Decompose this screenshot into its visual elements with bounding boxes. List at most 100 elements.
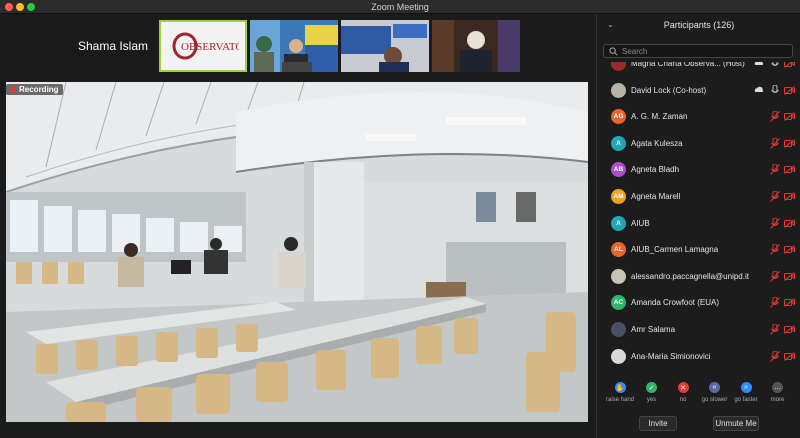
- observatory-logo-icon: OBSERVATORY: [172, 32, 239, 60]
- avatar: [611, 82, 626, 98]
- cloud-icon: [754, 86, 764, 92]
- reaction-label: more: [770, 397, 785, 403]
- mic-muted-icon: [770, 297, 780, 309]
- reaction-go-faster-button[interactable]: » go faster: [731, 382, 761, 403]
- meeting-main-area: Shama Islam OBSERVATORY: [0, 14, 628, 438]
- participant-row[interactable]: A Agata Kulesza: [597, 132, 800, 158]
- avatar: [611, 62, 626, 71]
- reaction-go-slower-button[interactable]: « go slower: [700, 382, 730, 403]
- main-video: [6, 82, 588, 422]
- participant-name: Ana-Maria Simionovici: [631, 351, 711, 361]
- reaction-more-button[interactable]: … more: [763, 382, 793, 403]
- video-off-icon: [784, 351, 795, 361]
- mic-icon: [771, 62, 779, 66]
- cloud-icon: [754, 62, 764, 65]
- mic-muted-icon: [770, 350, 780, 362]
- avatar: AG: [611, 109, 626, 125]
- participants-panel: ⌄ Participants (126) Magna Charta Observ…: [596, 14, 800, 438]
- participant-video-1: [250, 20, 338, 72]
- mic-muted-icon: [770, 270, 780, 282]
- participant-row[interactable]: AM Agneta Marell: [597, 185, 800, 211]
- video-off-icon: [784, 112, 795, 122]
- recording-label: Recording: [19, 85, 59, 94]
- participant-name: AIUB: [631, 218, 650, 228]
- unmute-me-button[interactable]: Unmute Me: [713, 416, 759, 431]
- avatar: [611, 322, 626, 337]
- invite-button[interactable]: Invite: [639, 416, 677, 431]
- reactions-bar: ✋ raise hand ✓ yes ✕ no « go slower » go faster … m…: [597, 382, 800, 422]
- observatory-logo-tile[interactable]: OBSERVATORY: [159, 20, 247, 72]
- participant-row[interactable]: AC Amanda Crowfoot (EUA): [597, 291, 800, 317]
- participant-name: Amr Salama: [631, 325, 676, 334]
- participant-row[interactable]: Ana-Maria Simionovici: [597, 345, 800, 371]
- participant-row[interactable]: David Lock (Co-host): [597, 79, 800, 105]
- reaction-label: no: [679, 397, 687, 403]
- video-off-icon: [784, 85, 795, 95]
- participant-name: AIUB_Carmen Lamagna: [631, 245, 719, 255]
- participant-row[interactable]: alessandro.paccagnella@unipd.it: [597, 265, 800, 291]
- participant-video-tile-3[interactable]: [432, 20, 520, 72]
- participant-name: Amanda Crowfoot (EUA): [631, 298, 720, 308]
- search-input[interactable]: [622, 46, 782, 57]
- reaction-no-button[interactable]: ✕ no: [668, 382, 698, 403]
- reaction-label: raise hand: [605, 397, 635, 403]
- participant-row[interactable]: AG A. G. M. Zaman: [597, 105, 800, 131]
- active-speaker-tile[interactable]: Shama Islam: [70, 20, 156, 72]
- video-off-icon: [784, 271, 795, 281]
- video-off-icon: [784, 62, 795, 68]
- library-video-frame: [6, 82, 588, 422]
- participant-row[interactable]: AL AIUB_Carmen Lamagna: [597, 238, 800, 264]
- participant-list: Magna Charta Observa... (Host) David Lock…: [597, 62, 800, 384]
- mic-muted-icon: [770, 324, 780, 335]
- participant-video-tile-2[interactable]: [341, 20, 429, 72]
- participant-name: Agata Kulesza: [631, 138, 683, 148]
- participant-row[interactable]: Amr Salama: [597, 318, 800, 344]
- window-title: Zoom Meeting: [371, 2, 429, 12]
- yes-icon: ✓: [646, 382, 657, 393]
- avatar: A: [611, 135, 626, 151]
- video-off-icon: [784, 192, 795, 201]
- avatar: AB: [611, 162, 626, 178]
- avatar: AC: [611, 295, 626, 311]
- participant-video-tile-1[interactable]: [250, 20, 338, 72]
- video-off-icon: [784, 218, 795, 228]
- logo-text: OBSERVATORY: [181, 41, 239, 53]
- mic-muted-icon: [770, 191, 780, 202]
- participant-name: Agneta Bladh: [631, 165, 680, 175]
- reaction-raise-hand-button[interactable]: ✋ raise hand: [605, 382, 635, 403]
- mic-muted-icon: [770, 217, 780, 229]
- go-slower-icon: «: [709, 382, 720, 393]
- participant-name: A. G. M. Zaman: [631, 112, 688, 122]
- participant-name: Agneta Marell: [631, 192, 681, 201]
- participant-row[interactable]: A AIUB: [597, 212, 800, 238]
- participant-video-2: [341, 20, 429, 72]
- more-icon: …: [772, 382, 783, 393]
- raise-hand-icon: ✋: [614, 382, 626, 393]
- video-off-icon: [784, 138, 795, 148]
- participant-name: David Lock (Co-host): [631, 85, 707, 95]
- go-faster-icon: »: [740, 382, 752, 393]
- avatar: [611, 268, 626, 284]
- participant-row[interactable]: Magna Charta Observa... (Host): [597, 62, 800, 78]
- avatar: AL: [611, 242, 626, 258]
- reaction-label: yes: [646, 397, 657, 403]
- recording-dot-icon: [10, 86, 16, 93]
- mic-muted-icon: [770, 111, 780, 123]
- speaker-name: Shama Islam: [77, 39, 149, 53]
- recording-indicator: Recording: [6, 84, 63, 95]
- window-titlebar: Zoom Meeting: [0, 0, 800, 14]
- reaction-label: go slower: [701, 397, 728, 403]
- avatar: A: [611, 215, 626, 231]
- search-icon: [609, 47, 618, 56]
- reaction-yes-button[interactable]: ✓ yes: [637, 382, 667, 403]
- participants-header: Participants (126): [663, 20, 735, 30]
- video-off-icon: [784, 165, 795, 175]
- mic-icon: [771, 84, 779, 93]
- mic-muted-icon: [770, 244, 780, 256]
- mic-muted-icon: [770, 137, 780, 149]
- participant-search[interactable]: [603, 44, 793, 58]
- avatar: [611, 348, 626, 364]
- participant-row[interactable]: AB Agneta Bladh: [597, 158, 800, 184]
- participant-name: alessandro.paccagnella@unipd.it: [631, 271, 749, 281]
- video-off-icon: [784, 298, 795, 308]
